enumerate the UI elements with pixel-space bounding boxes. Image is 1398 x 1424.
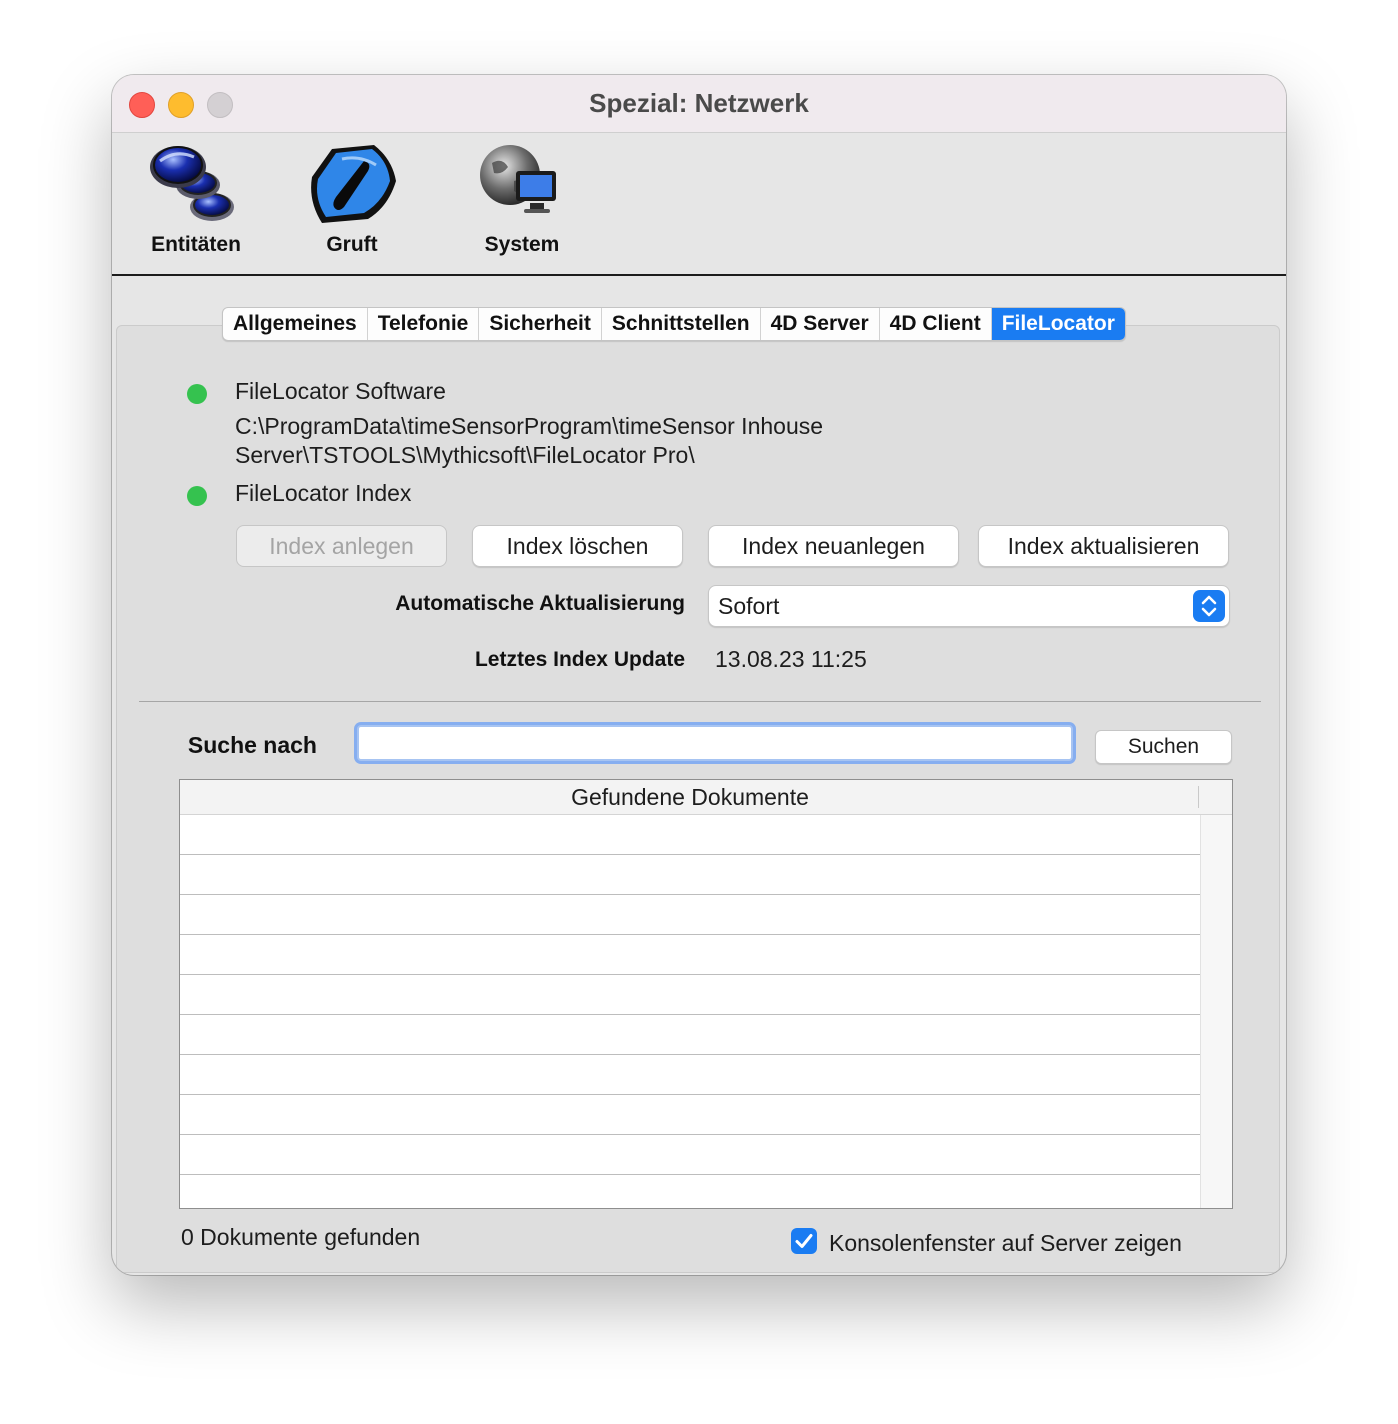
software-status-indicator (187, 384, 207, 404)
toolbar: Entitäten Gruft System (112, 133, 1286, 276)
table-row[interactable] (180, 1055, 1200, 1095)
auto-update-label: Automatische Aktualisierung (395, 592, 685, 615)
last-update-value: 13.08.23 11:25 (715, 646, 867, 672)
tab-content-panel: FileLocator Software C:\ProgramData\time… (116, 325, 1280, 1273)
system-icon (472, 141, 572, 227)
tab-sicherheit[interactable]: Sicherheit (479, 308, 602, 340)
software-label: FileLocator Software (235, 378, 446, 404)
tab-allgemeines[interactable]: Allgemeines (223, 308, 368, 340)
software-path-line-2: Server\TSTOOLS\Mythicsoft\FileLocator Pr… (235, 442, 695, 468)
results-count: 0 Dokumente gefunden (181, 1224, 421, 1250)
auto-update-value: Sofort (718, 593, 780, 619)
search-label: Suche nach (187, 732, 317, 758)
results-table[interactable]: Gefundene Dokumente (179, 779, 1233, 1209)
tab-4d-server[interactable]: 4D Server (761, 308, 880, 340)
table-row[interactable] (180, 895, 1200, 935)
software-path: C:\ProgramData\timeSensorProgram\timeSen… (235, 412, 935, 470)
table-header[interactable]: Gefundene Dokumente (180, 780, 1232, 815)
table-row[interactable] (180, 1095, 1200, 1135)
table-row[interactable] (180, 975, 1200, 1015)
section-divider (139, 701, 1261, 702)
preferences-window: Spezial: Netzwerk Entitäten Gruft System… (112, 75, 1286, 1275)
toolbar-item-vault[interactable]: Gruft (302, 141, 402, 257)
tab-schnittstellen[interactable]: Schnittstellen (602, 308, 761, 340)
delete-index-button[interactable]: Index löschen (472, 525, 683, 567)
toolbar-item-label: System (484, 233, 560, 256)
table-rows (180, 815, 1200, 1208)
tab-4d-client[interactable]: 4D Client (880, 308, 992, 340)
tab-bar: Allgemeines Telefonie Sicherheit Schnittste… (222, 307, 1126, 341)
last-update-label: Letztes Index Update (474, 648, 685, 671)
auto-update-select[interactable]: Sofort (708, 585, 1230, 627)
vault-icon (302, 141, 402, 227)
tab-filelocator[interactable]: FileLocator (991, 308, 1125, 340)
toolbar-item-label: Gruft (326, 233, 378, 256)
console-checkbox-label[interactable]: Konsolenfenster auf Server zeigen (829, 1230, 1182, 1257)
table-row[interactable] (180, 1175, 1200, 1208)
table-row[interactable] (180, 1135, 1200, 1175)
create-index-button[interactable]: Index anlegen (236, 525, 447, 567)
search-input[interactable] (357, 725, 1073, 761)
table-row[interactable] (180, 935, 1200, 975)
table-row[interactable] (180, 855, 1200, 895)
toolbar-item-system[interactable]: System (472, 141, 572, 257)
entities-icon (146, 141, 246, 227)
index-status-indicator (187, 486, 207, 506)
window-title: Spezial: Netzwerk (589, 88, 809, 118)
search-button[interactable]: Suchen (1095, 730, 1232, 764)
table-scrollbar[interactable] (1200, 815, 1232, 1208)
checkmark-icon (795, 1234, 813, 1248)
recreate-index-button[interactable]: Index neuanlegen (708, 525, 959, 567)
index-label: FileLocator Index (235, 480, 412, 506)
toolbar-item-label: Entitäten (151, 233, 241, 256)
chevron-up-down-icon (1193, 590, 1225, 622)
console-checkbox[interactable] (791, 1228, 817, 1254)
software-path-line-1: C:\ProgramData\timeSensorProgram\timeSen… (235, 413, 824, 439)
tab-telefonie[interactable]: Telefonie (368, 308, 480, 340)
update-index-button[interactable]: Index aktualisieren (978, 525, 1229, 567)
title-bar[interactable]: Spezial: Netzwerk (112, 75, 1286, 133)
toolbar-item-entities[interactable]: Entitäten (146, 141, 246, 257)
table-row[interactable] (180, 1015, 1200, 1055)
column-header-documents[interactable]: Gefundene Dokumente (180, 784, 1200, 811)
table-row[interactable] (180, 815, 1200, 855)
column-divider (1198, 786, 1199, 808)
